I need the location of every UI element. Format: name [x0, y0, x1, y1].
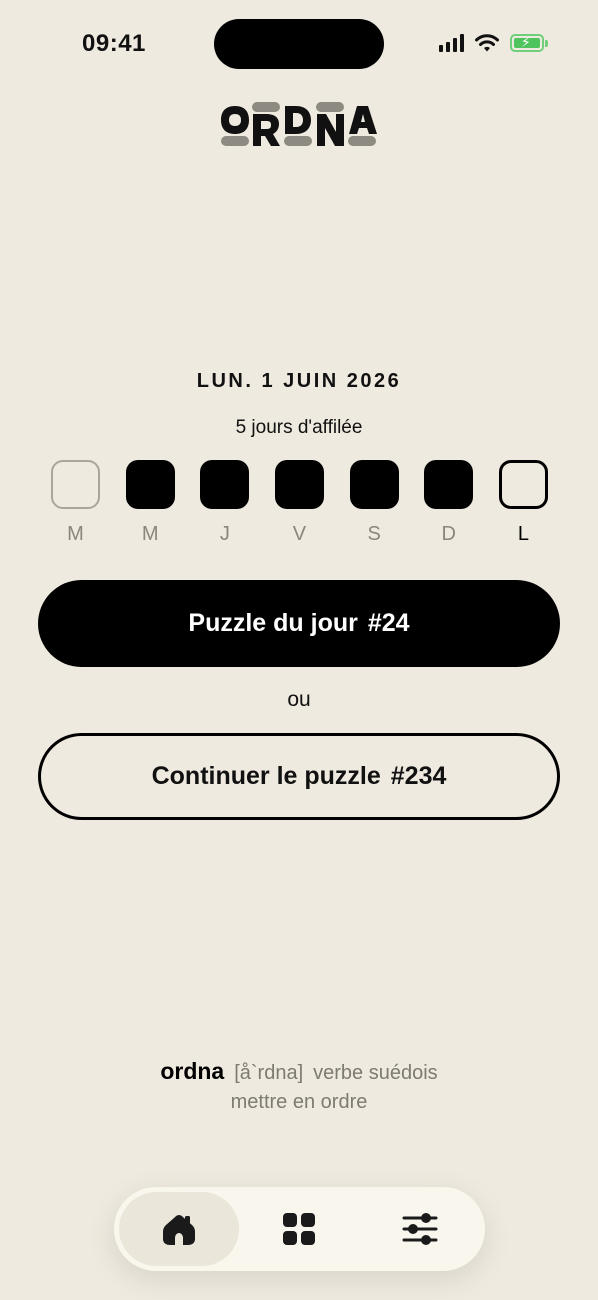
day-tuesday: M	[125, 460, 175, 546]
day-today: L	[498, 460, 548, 546]
status-bar: 09:41 ⚡	[0, 0, 598, 90]
definition-phonetic: [å`rdna]	[234, 1062, 304, 1084]
day-box-done	[349, 460, 399, 509]
battery-charging-icon: ⚡	[510, 34, 548, 52]
day-label: D	[441, 523, 456, 545]
ordna-logo	[221, 102, 377, 146]
day-label-today: L	[517, 523, 529, 545]
word-definition: ordna [å`rdna] verbe suédois mettre en ord…	[0, 1058, 598, 1114]
day-box-empty	[51, 460, 100, 509]
day-box-done	[200, 460, 250, 509]
day-wednesday: J	[200, 460, 250, 546]
daily-puzzle-number: #24	[367, 609, 410, 637]
nav-archive[interactable]	[239, 1192, 359, 1266]
day-friday: S	[349, 460, 399, 546]
grid-icon	[283, 1213, 316, 1245]
home-icon	[163, 1215, 196, 1245]
definition-meaning: mettre en ordre	[230, 1091, 368, 1113]
definition-word: ordna	[160, 1058, 225, 1084]
day-label: J	[219, 523, 230, 545]
day-label: S	[367, 523, 381, 545]
definition-grammar: verbe suédois	[313, 1062, 438, 1084]
date-heading: LUN. 1 JUIN 2026	[196, 370, 402, 392]
streak-text: 5 jours d'affilée	[235, 417, 363, 438]
continue-puzzle-label: Continuer le puzzle	[151, 762, 381, 790]
day-saturday: D	[424, 460, 474, 546]
day-label: M	[141, 523, 159, 545]
daily-puzzle-button[interactable]: Puzzle du jour #24	[38, 580, 560, 667]
signal-icon	[439, 34, 464, 52]
day-monday-prev: M	[51, 460, 100, 546]
day-label: M	[67, 523, 84, 545]
day-box-done	[274, 460, 324, 509]
nav-settings[interactable]	[360, 1192, 480, 1266]
day-box-today	[498, 460, 548, 509]
nav-home[interactable]	[119, 1192, 240, 1266]
day-box-done	[424, 460, 474, 509]
day-thursday: V	[274, 460, 324, 546]
bottom-nav	[114, 1187, 485, 1271]
continue-puzzle-number: #234	[390, 762, 447, 790]
sliders-icon	[402, 1213, 438, 1245]
wifi-icon	[475, 34, 499, 52]
daily-puzzle-label: Puzzle du jour	[188, 609, 358, 637]
continue-puzzle-button[interactable]: Continuer le puzzle #234	[38, 733, 560, 820]
day-box-done	[125, 460, 175, 509]
status-icons: ⚡	[439, 33, 548, 53]
week-streak: M M J V S D L	[51, 460, 548, 546]
day-label: V	[292, 523, 307, 545]
status-time: 09:41	[82, 30, 146, 57]
or-separator: ou	[287, 688, 311, 711]
dynamic-island	[214, 19, 384, 69]
